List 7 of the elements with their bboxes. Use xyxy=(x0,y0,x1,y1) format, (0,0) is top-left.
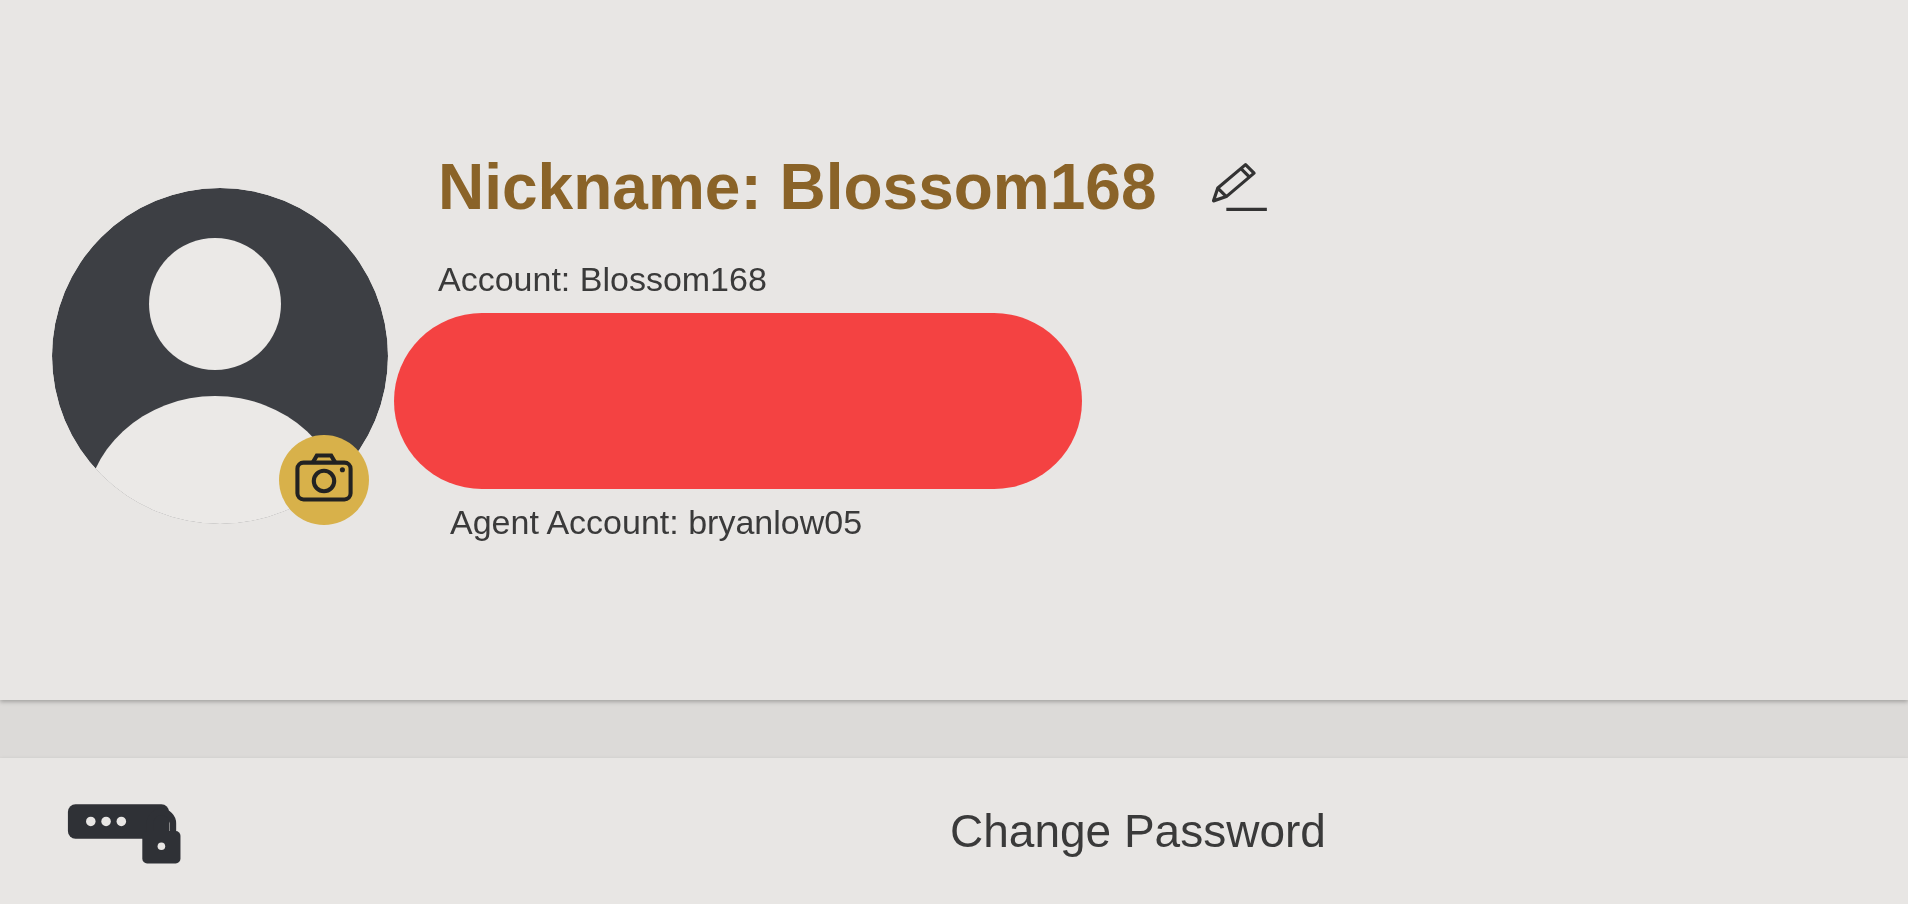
avatar-icon xyxy=(50,186,390,526)
nickname-title: Nickname: Blossom168 xyxy=(438,150,1157,224)
agent-account-text: Agent Account: bryanlow05 xyxy=(450,503,864,542)
account-text: Account: Blossom168 xyxy=(438,260,768,299)
change-password-label: Change Password xyxy=(950,804,1326,858)
change-password-row[interactable]: Change Password xyxy=(0,758,1908,904)
camera-icon[interactable] xyxy=(278,434,370,526)
